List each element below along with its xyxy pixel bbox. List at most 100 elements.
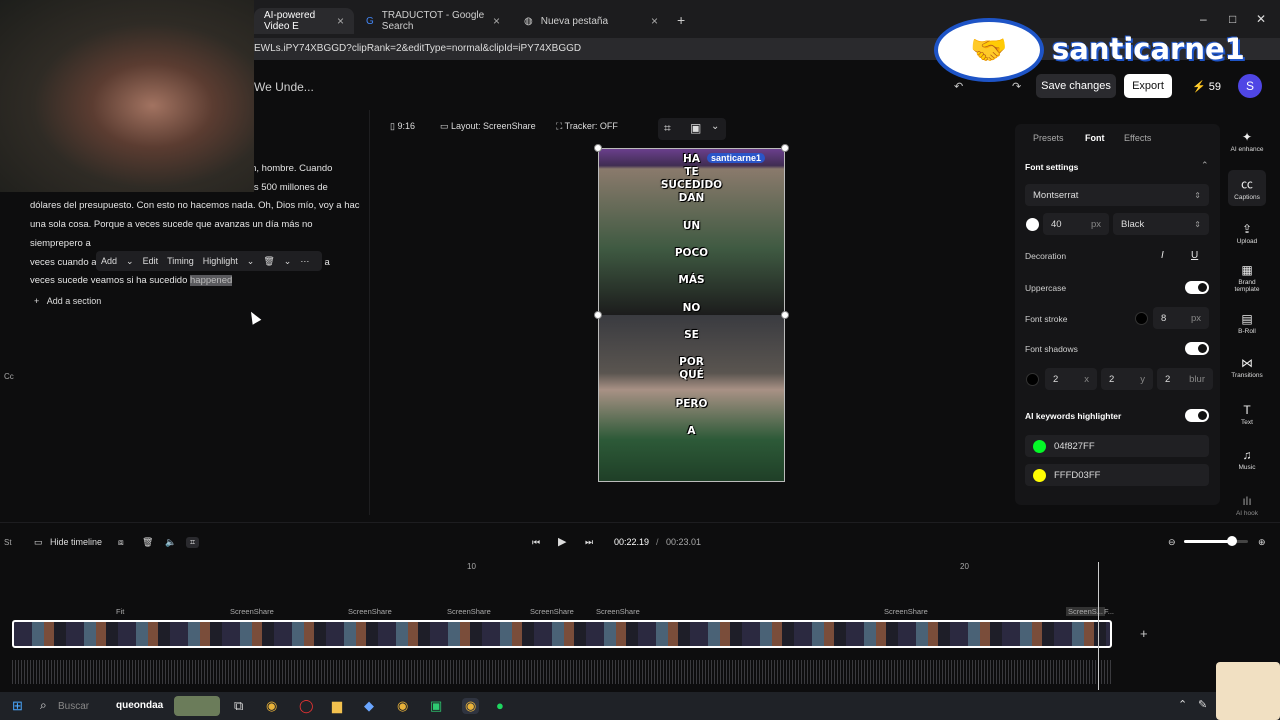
project-title[interactable]: We Unde... [254, 80, 314, 94]
shadow-color-swatch[interactable] [1026, 373, 1039, 386]
close-icon[interactable]: × [337, 14, 344, 28]
add-button[interactable]: Add [101, 256, 117, 266]
rail-music[interactable]: ♫ Music [1228, 448, 1266, 471]
add-section-button[interactable]: + Add a section [34, 296, 101, 306]
windows-start-icon[interactable]: ⊞ [12, 698, 23, 714]
opera-icon[interactable]: ◯ [299, 698, 314, 714]
resize-handle[interactable] [781, 311, 789, 319]
chevron-down-icon[interactable]: ⌄ [126, 256, 134, 267]
highlight-button[interactable]: Highlight [203, 256, 238, 266]
split-icon[interactable]: ⧈ [118, 537, 124, 548]
app-icon[interactable]: ▣ [430, 698, 442, 714]
layout-button[interactable]: ▭ Layout: ScreenShare [440, 121, 536, 132]
image-icon[interactable]: ▣ [690, 121, 701, 135]
folder-icon[interactable]: ▆ [332, 698, 342, 714]
uppercase-toggle[interactable] [1185, 281, 1209, 294]
transcript-text[interactable]: veces cuando a [30, 257, 97, 268]
tab-font[interactable]: Font [1085, 133, 1105, 143]
maximize-icon[interactable]: □ [1229, 12, 1236, 26]
zoom-slider-thumb[interactable] [1227, 536, 1237, 546]
tab-presets[interactable]: Presets [1033, 133, 1064, 143]
skip-forward-icon[interactable]: ⏭ [585, 537, 593, 548]
underline-button[interactable]: U [1191, 250, 1198, 261]
tracker-button[interactable]: ⛶ Tracker: OFF [556, 121, 618, 132]
audio-waveform[interactable] [12, 660, 1112, 684]
transcript-line[interactable]: dólares del presupuesto. Con esto no hac… [30, 197, 360, 216]
zoom-out-icon[interactable]: ⊖ [1168, 537, 1176, 548]
weather-widget-icon[interactable] [174, 696, 220, 716]
spotify-icon[interactable]: ● [496, 698, 504, 713]
resize-handle[interactable] [594, 311, 602, 319]
video-track[interactable] [12, 620, 1112, 648]
rail-brand-template[interactable]: ▦ Brand template [1228, 263, 1266, 293]
rail-ai-enhance[interactable]: ✦ AI enhance [1228, 130, 1266, 153]
save-changes-button[interactable]: Save changes [1036, 74, 1116, 98]
chevron-down-icon[interactable]: ⌄ [711, 121, 719, 132]
font-weight-select[interactable]: Black ⇕ [1113, 213, 1209, 235]
snap-icon[interactable]: ⌗ [186, 537, 200, 548]
trash-icon[interactable]: 🗑 [263, 256, 274, 267]
shadow-blur-input[interactable]: 2 blur [1157, 368, 1213, 390]
transcript-line[interactable]: una sola cosa. Porque a veces sucede que… [30, 216, 360, 235]
hide-timeline-button[interactable]: ▭ Hide timeline [34, 537, 102, 548]
chevron-up-icon[interactable]: ⌃ [1178, 698, 1187, 711]
browser-tab[interactable]: G TRADUCTOT - Google Search × [356, 8, 510, 34]
minimize-icon[interactable]: – [1200, 12, 1207, 26]
resize-handle[interactable] [594, 144, 602, 152]
zoom-slider[interactable] [1184, 536, 1248, 546]
playhead[interactable] [1098, 562, 1099, 690]
rail-captions[interactable]: ㏄ Captions [1228, 170, 1266, 206]
shadow-y-input[interactable]: 2y [1101, 368, 1153, 390]
pen-icon[interactable]: ✎ [1198, 698, 1207, 711]
stroke-width-input[interactable]: 8 px [1153, 307, 1209, 329]
shadows-toggle[interactable] [1185, 342, 1209, 355]
italic-button[interactable]: I [1161, 250, 1164, 261]
keyword-color-1[interactable]: 04f827FF [1025, 435, 1209, 457]
transcript-line[interactable]: veces sucede veamos si ha sucedido happe… [30, 272, 360, 291]
tab-effects[interactable]: Effects [1124, 133, 1151, 143]
keyword-color-2[interactable]: FFFD03FF [1025, 464, 1209, 486]
taskbar-search-text[interactable]: Buscar [58, 701, 89, 712]
browser-tab-active[interactable]: AI-powered Video E × [254, 8, 354, 34]
timing-button[interactable]: Timing [167, 256, 194, 266]
delete-icon[interactable]: 🗑 [142, 537, 153, 548]
rail-ai-hook[interactable]: ılı AI hook [1228, 494, 1266, 517]
close-icon[interactable]: × [651, 14, 658, 28]
font-size-input[interactable]: 40 px [1043, 213, 1109, 235]
volume-icon[interactable]: 🔈 [165, 537, 176, 548]
chrome-icon[interactable]: ◉ [397, 698, 408, 714]
font-color-swatch[interactable] [1026, 218, 1039, 231]
selected-word[interactable]: happened [190, 275, 233, 287]
font-family-select[interactable]: Montserrat ⇕ [1025, 184, 1209, 206]
transcript-text[interactable]: veces sucede veamos si ha sucedido [30, 275, 187, 286]
shadow-x-input[interactable]: 2x [1045, 368, 1097, 390]
undo-icon[interactable]: ↶ [954, 80, 963, 93]
chevron-down-icon[interactable]: ⌄ [284, 256, 292, 267]
zoom-in-icon[interactable]: ⊕ [1258, 537, 1266, 548]
play-icon[interactable]: ▶ [558, 535, 566, 548]
browser-tab[interactable]: ◍ Nueva pestaña × [514, 8, 668, 34]
crop-icon[interactable]: ⌗ [664, 121, 671, 136]
video-preview[interactable]: santicarne1 HA TE SUCEDIDO DAN UN POCO M… [594, 144, 789, 482]
close-window-icon[interactable]: ✕ [1256, 12, 1266, 26]
stroke-color-swatch[interactable] [1135, 312, 1148, 325]
export-button[interactable]: Export [1124, 74, 1172, 98]
app-icon[interactable]: ◆ [364, 698, 374, 714]
chevron-down-icon[interactable]: ⌄ [247, 256, 255, 267]
avatar[interactable]: S [1238, 74, 1262, 98]
rail-transitions[interactable]: ⋈ Transitions [1228, 356, 1266, 379]
skip-back-icon[interactable]: ⏮ [532, 537, 540, 548]
aspect-ratio-button[interactable]: ▯ 9:16 [390, 121, 415, 132]
keywords-toggle[interactable] [1185, 409, 1209, 422]
search-icon[interactable]: ⌕ [40, 698, 47, 713]
more-icon[interactable]: ⋯ [300, 256, 309, 267]
rail-b-roll[interactable]: ▤ B-Roll [1228, 312, 1266, 335]
chevron-up-icon[interactable]: ⌃ [1201, 160, 1209, 171]
task-view-icon[interactable]: ⧉ [234, 698, 243, 714]
close-icon[interactable]: × [493, 14, 500, 28]
rail-upload[interactable]: ⇪ Upload [1228, 222, 1266, 245]
edit-button[interactable]: Edit [143, 256, 159, 266]
rail-text[interactable]: T Text [1228, 403, 1266, 426]
new-tab-icon[interactable]: + [677, 12, 685, 28]
add-clip-icon[interactable]: + [1140, 626, 1148, 641]
